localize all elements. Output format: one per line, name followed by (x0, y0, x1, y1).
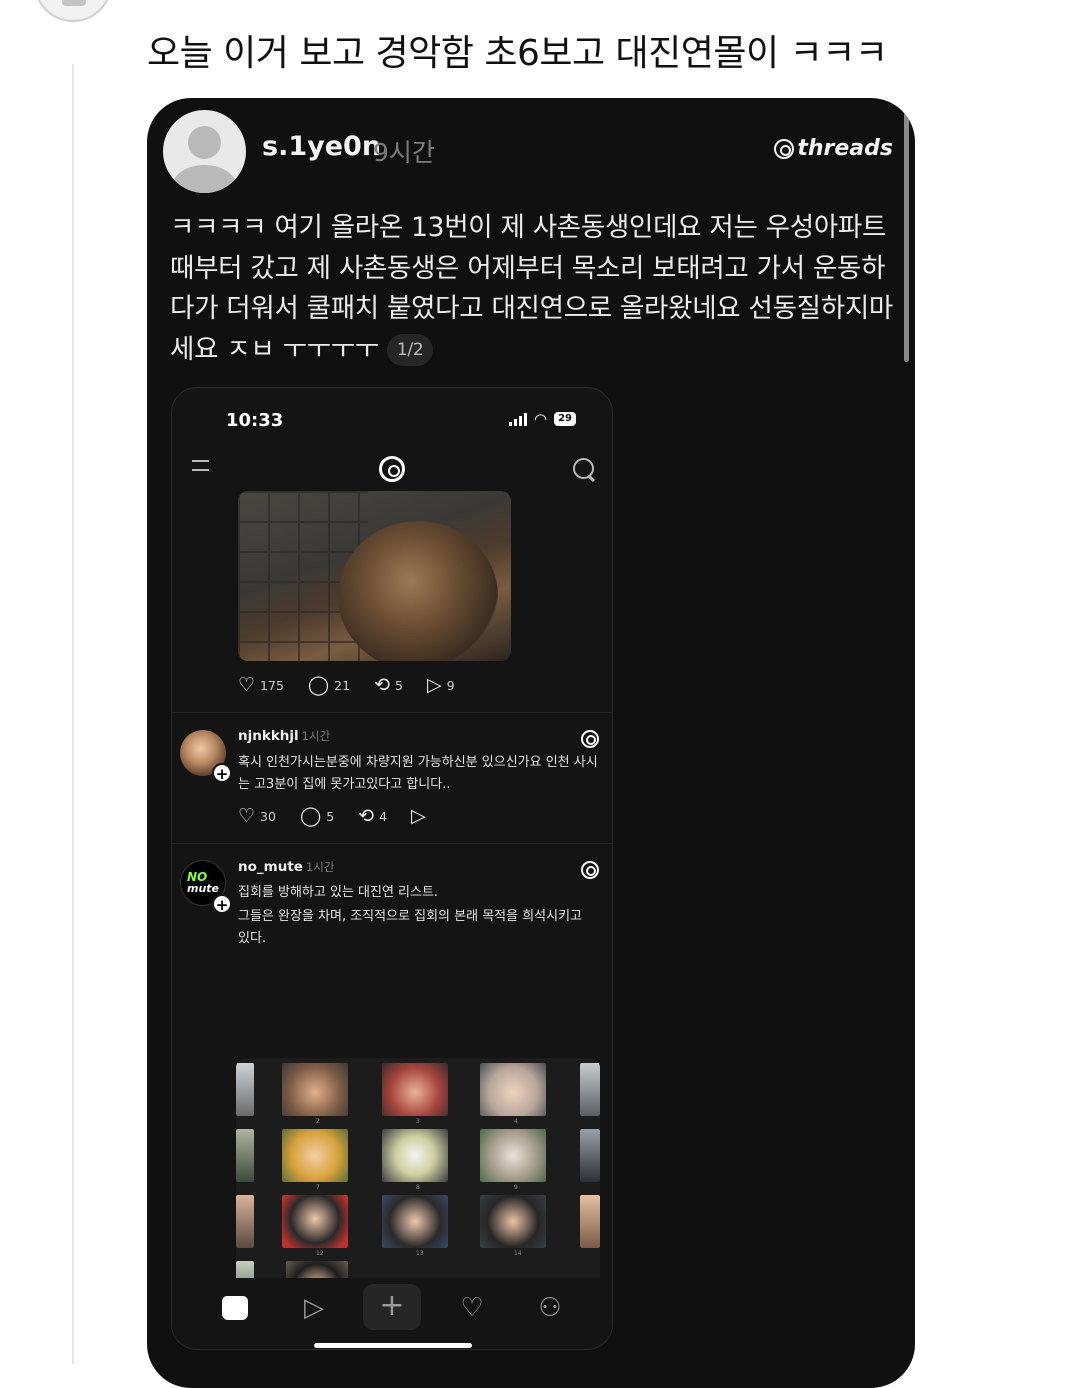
send-icon: ▷ (426, 674, 442, 696)
photo-cell (580, 1063, 600, 1116)
thread-line (72, 64, 74, 1364)
post1-handle[interactable]: njnkkhjl (238, 728, 299, 744)
threads-app-icon[interactable] (379, 456, 405, 482)
post1-actions: ♡ 30 ◯ 5 ⟲ 4 ▷ (238, 806, 450, 826)
photo-cell (382, 1129, 448, 1182)
divider (172, 843, 612, 844)
post2-time: 1시간 (305, 860, 335, 874)
heart-icon: ♡ (238, 805, 256, 827)
search-icon[interactable] (573, 458, 594, 479)
repost-button[interactable]: ⟲ 4 (358, 806, 387, 826)
photo-cell (382, 1063, 448, 1116)
post2-line2: 그들은 완장을 차며, 조직적으로 집회의 본래 목적을 희석시키고 있다. (238, 909, 583, 946)
menu-icon[interactable] (192, 460, 209, 478)
post2-header: no_mute 1시간 (238, 859, 334, 875)
post1-header: njnkkhjl 1시간 (238, 728, 330, 744)
heart-icon: ♡ (238, 674, 256, 696)
status-time: 10:33 (226, 410, 284, 431)
post-body: ㅋㅋㅋㅋ 여기 올라온 13번이 제 사촌동생인데요 저는 우성아파트때부터 갔… (170, 208, 895, 370)
username[interactable]: s.1ye0n (262, 131, 381, 162)
post2-handle[interactable]: no_mute (238, 859, 303, 875)
home-icon[interactable] (214, 1290, 254, 1326)
brand-label: threads (797, 136, 893, 161)
like-button[interactable]: ♡ 30 (238, 806, 276, 826)
like-button[interactable]: ♡ 175 (238, 675, 284, 695)
photo-number: 9 (514, 1184, 518, 1191)
plus-icon[interactable]: + (363, 1284, 421, 1330)
scrollbar[interactable] (904, 112, 909, 362)
photo-number: 14 (514, 1250, 522, 1257)
photo-number: 13 (416, 1250, 424, 1257)
photo-cell (282, 1063, 348, 1116)
post2-line1: 집회를 방해하고 있는 대진연 리스트. (238, 885, 439, 900)
post1-time: 1시간 (301, 729, 331, 743)
photo-cell (580, 1129, 600, 1182)
home-indicator (314, 1343, 472, 1348)
repost-icon: ⟲ (358, 805, 375, 827)
repost-button[interactable]: ⟲ 5 (374, 675, 403, 695)
post-time: 9시간 (373, 138, 435, 167)
photo-number: 7 (316, 1184, 320, 1191)
threads-screenshot[interactable]: s.1ye0n 9시간 threads ㅋㅋㅋㅋ 여기 올라온 13번이 제 사… (147, 98, 915, 1388)
wifi-icon: ◠ (533, 410, 548, 428)
photo-cell (382, 1195, 448, 1248)
comment-icon: ◯ (307, 674, 330, 696)
battery-icon: 29 (554, 412, 576, 426)
threads-logo: threads (774, 136, 893, 161)
photo-cell (580, 1195, 600, 1248)
reply-button[interactable]: ◯ 21 (308, 675, 350, 695)
photo-cell (480, 1063, 546, 1116)
photo-cell (480, 1129, 546, 1182)
repost-icon: ⟲ (374, 674, 390, 696)
photo-number: 2 (316, 1118, 320, 1125)
image-pager[interactable]: 1/2 (386, 334, 434, 366)
photo-cell (236, 1195, 254, 1248)
commenter-avatar[interactable] (34, 0, 112, 22)
photo-cell (282, 1195, 348, 1248)
post-body-text: ㅋㅋㅋㅋ 여기 올라온 13번이 제 사촌동생인데요 저는 우성아파트때부터 갔… (170, 212, 893, 365)
share-button[interactable]: ▷ (411, 806, 426, 826)
bottom-nav: ▷ + ♡ ⚇ (172, 1278, 612, 1338)
signal-icon (508, 412, 527, 426)
threads-small-icon (581, 861, 599, 879)
status-icons: ◠ 29 (508, 410, 576, 428)
comment-icon: ◯ (299, 805, 322, 827)
avatar-logo: NO mute (187, 870, 220, 895)
send-icon: ▷ (411, 805, 426, 827)
profile-icon[interactable]: ⚇ (530, 1290, 570, 1326)
photo-cell (236, 1129, 254, 1182)
photo-cell (480, 1195, 546, 1248)
video-post-actions: ♡ 175 ◯ 21 ⟲ 5 ▷ 9 (238, 675, 479, 695)
send-icon[interactable]: ▷ (294, 1290, 334, 1326)
divider (172, 712, 612, 713)
threads-icon (774, 138, 795, 159)
video-thumbnail[interactable] (238, 491, 511, 661)
post1-text: 혹시 인천가시는분중에 차량지원 가능하신분 있으신가요 인천 사시는 고3분이… (238, 755, 598, 792)
post-title: 오늘 이거 보고 경악함 초6보고 대진연몰이 ㅋㅋㅋ (147, 33, 888, 74)
photo-number: 3 (416, 1118, 420, 1125)
photo-number: 4 (514, 1118, 518, 1125)
threads-small-icon (581, 730, 599, 748)
photo-number: 12 (316, 1250, 324, 1257)
photo-number: 8 (416, 1184, 420, 1191)
photo-cell (236, 1063, 254, 1116)
embedded-phone-screenshot: 10:33 ◠ 29 ♡ 175 ◯ 21 ⟲ 5 ▷ 9 + njnkkhjl 1시간 … (171, 387, 613, 1350)
reply-button[interactable]: ◯ 5 (300, 806, 334, 826)
user-avatar[interactable] (163, 110, 246, 193)
follow-plus-icon[interactable]: + (212, 894, 232, 914)
photo-cell (282, 1129, 348, 1182)
heart-icon[interactable]: ♡ (452, 1290, 492, 1326)
share-button[interactable]: ▷ 9 (427, 675, 455, 695)
follow-plus-icon[interactable]: + (212, 763, 232, 783)
